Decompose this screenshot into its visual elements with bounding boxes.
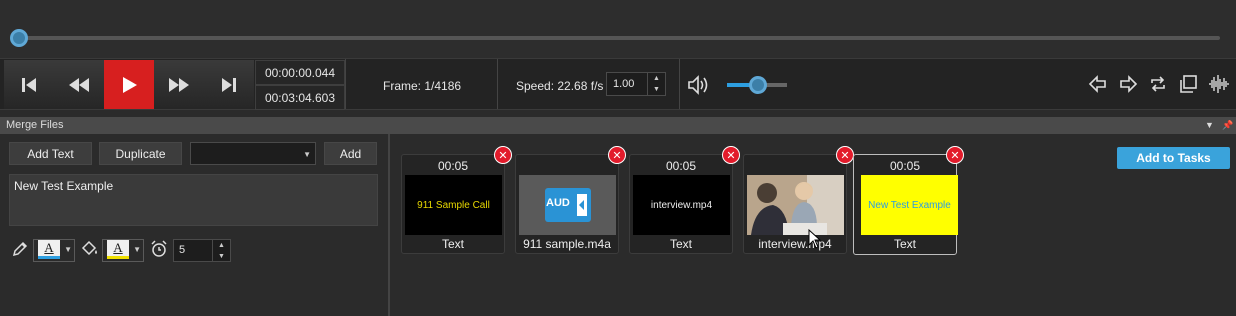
chevron-down-icon: ▼ <box>133 245 141 254</box>
arrow-left-icon[interactable] <box>1088 74 1108 94</box>
clip-name: 911 sample.m4a <box>523 237 611 251</box>
clip-duration: 00:05 <box>437 159 469 173</box>
fill-color-picker[interactable]: A ▼ <box>102 239 144 262</box>
alarm-clock-icon <box>151 240 167 257</box>
mouse-cursor-icon <box>808 229 822 249</box>
fill-color-swatch <box>107 256 129 259</box>
clip-name: Text <box>893 237 916 251</box>
clip-item[interactable]: AUD 911 sample.m4a ✕ <box>515 146 626 254</box>
panel-menu-icon[interactable]: ▼ <box>1205 117 1214 134</box>
clip-item[interactable]: 00:05 interview.mp4 Text ✕ <box>629 146 740 254</box>
duration-input[interactable]: 5 ▲ ▼ <box>173 239 231 262</box>
clip-thumbnail <box>747 175 844 235</box>
clip-thumbnail: interview.mp4 <box>633 175 730 235</box>
play-icon <box>123 76 137 93</box>
speed-label: Speed: 22.68 f/s <box>516 79 604 93</box>
clip-item-selected[interactable]: 00:05 New Test Example Text ✕ <box>853 146 964 255</box>
step-down-icon[interactable]: ▼ <box>648 84 665 95</box>
skip-to-end-button[interactable] <box>204 60 254 109</box>
remove-clip-button[interactable]: ✕ <box>946 146 964 164</box>
clip-duration: 00:05 <box>889 159 921 173</box>
remove-clip-button[interactable]: ✕ <box>494 146 512 164</box>
seek-area <box>0 0 1236 58</box>
text-color-picker[interactable]: A ▼ <box>33 239 75 262</box>
close-icon: ✕ <box>498 148 508 162</box>
thumb-text: 911 Sample Call <box>417 199 490 211</box>
copy-icon[interactable] <box>1178 74 1198 94</box>
speed-input[interactable]: 1.00 ▲ ▼ <box>606 72 666 96</box>
arrow-right-icon[interactable] <box>1118 74 1138 94</box>
divider <box>345 59 346 109</box>
duplicate-button[interactable]: Duplicate <box>99 142 182 165</box>
rewind-icon <box>69 77 89 92</box>
divider <box>679 59 680 109</box>
chevron-down-icon: ▼ <box>303 150 311 159</box>
clip-duration: 00:05 <box>665 159 697 173</box>
close-icon: ✕ <box>840 148 850 162</box>
remove-clip-button[interactable]: ✕ <box>836 146 854 164</box>
close-icon: ✕ <box>950 148 960 162</box>
close-icon: ✕ <box>726 148 736 162</box>
add-text-button[interactable]: Add Text <box>9 142 92 165</box>
video-frame-image <box>747 175 844 235</box>
thumb-text: AUD <box>546 197 570 209</box>
fill-bucket-icon[interactable] <box>80 240 100 258</box>
loop-icon[interactable] <box>1148 74 1168 94</box>
step-up-icon[interactable]: ▲ <box>648 73 665 84</box>
text-input[interactable]: New Test Example <box>9 174 378 226</box>
thumb-text: New Test Example <box>868 199 951 211</box>
rewind-button[interactable] <box>54 60 104 109</box>
clip-item[interactable]: interview.mp4 ✕ <box>743 146 854 254</box>
pencil-icon[interactable] <box>11 240 29 258</box>
speed-stepper[interactable]: ▲ ▼ <box>647 73 665 95</box>
clip-item[interactable]: 00:05 911 Sample Call Text ✕ <box>401 146 512 254</box>
font-select[interactable]: ▼ <box>190 142 316 165</box>
waveform-icon[interactable] <box>1208 74 1230 94</box>
remove-clip-button[interactable]: ✕ <box>722 146 740 164</box>
current-time: 00:00:00.044 <box>255 60 345 85</box>
panel-title: Merge Files <box>6 119 64 131</box>
step-down-icon[interactable]: ▼ <box>213 251 230 262</box>
volume-handle[interactable] <box>749 76 767 94</box>
panel-header: Merge Files ▼ 📌 <box>0 117 1236 134</box>
duration-value: 5 <box>179 244 186 256</box>
thumb-text: interview.mp4 <box>650 199 713 211</box>
pin-icon[interactable]: 📌 <box>1222 117 1233 134</box>
add-to-tasks-button[interactable]: Add to Tasks <box>1117 147 1230 169</box>
text-color-swatch <box>38 256 60 259</box>
panel-divider <box>388 134 390 316</box>
fast-forward-icon <box>169 77 189 92</box>
skip-forward-icon <box>222 77 236 92</box>
remove-clip-button[interactable]: ✕ <box>608 146 626 164</box>
seek-handle[interactable] <box>10 29 28 47</box>
close-icon: ✕ <box>612 148 622 162</box>
clip-thumbnail: New Test Example <box>861 175 958 235</box>
frame-counter: Frame: 1/4186 <box>383 79 462 93</box>
skip-to-start-button[interactable] <box>4 60 54 109</box>
play-button[interactable] <box>104 60 154 109</box>
volume-icon[interactable] <box>687 75 709 95</box>
total-time: 00:03:04.603 <box>255 85 345 110</box>
seek-track[interactable] <box>20 36 1220 40</box>
duration-stepper[interactable]: ▲ ▼ <box>212 240 230 261</box>
skip-back-icon <box>22 77 36 92</box>
transport-bar: 00:00:00.044 00:03:04.603 Frame: 1/4186 … <box>0 58 1236 110</box>
clip-thumbnail: AUD <box>519 175 616 235</box>
chevron-down-icon: ▼ <box>64 245 72 254</box>
clip-name: interview.mp4 <box>758 237 832 251</box>
clip-name: Text <box>669 237 692 251</box>
divider <box>497 59 498 109</box>
speed-value: 1.00 <box>613 78 635 90</box>
clip-thumbnail: 911 Sample Call <box>405 175 502 235</box>
clip-name: Text <box>441 237 464 251</box>
text-editor-panel: Add Text Duplicate ▼ Add New Test Exampl… <box>0 134 388 316</box>
fast-forward-button[interactable] <box>154 60 204 109</box>
add-button[interactable]: Add <box>324 142 377 165</box>
